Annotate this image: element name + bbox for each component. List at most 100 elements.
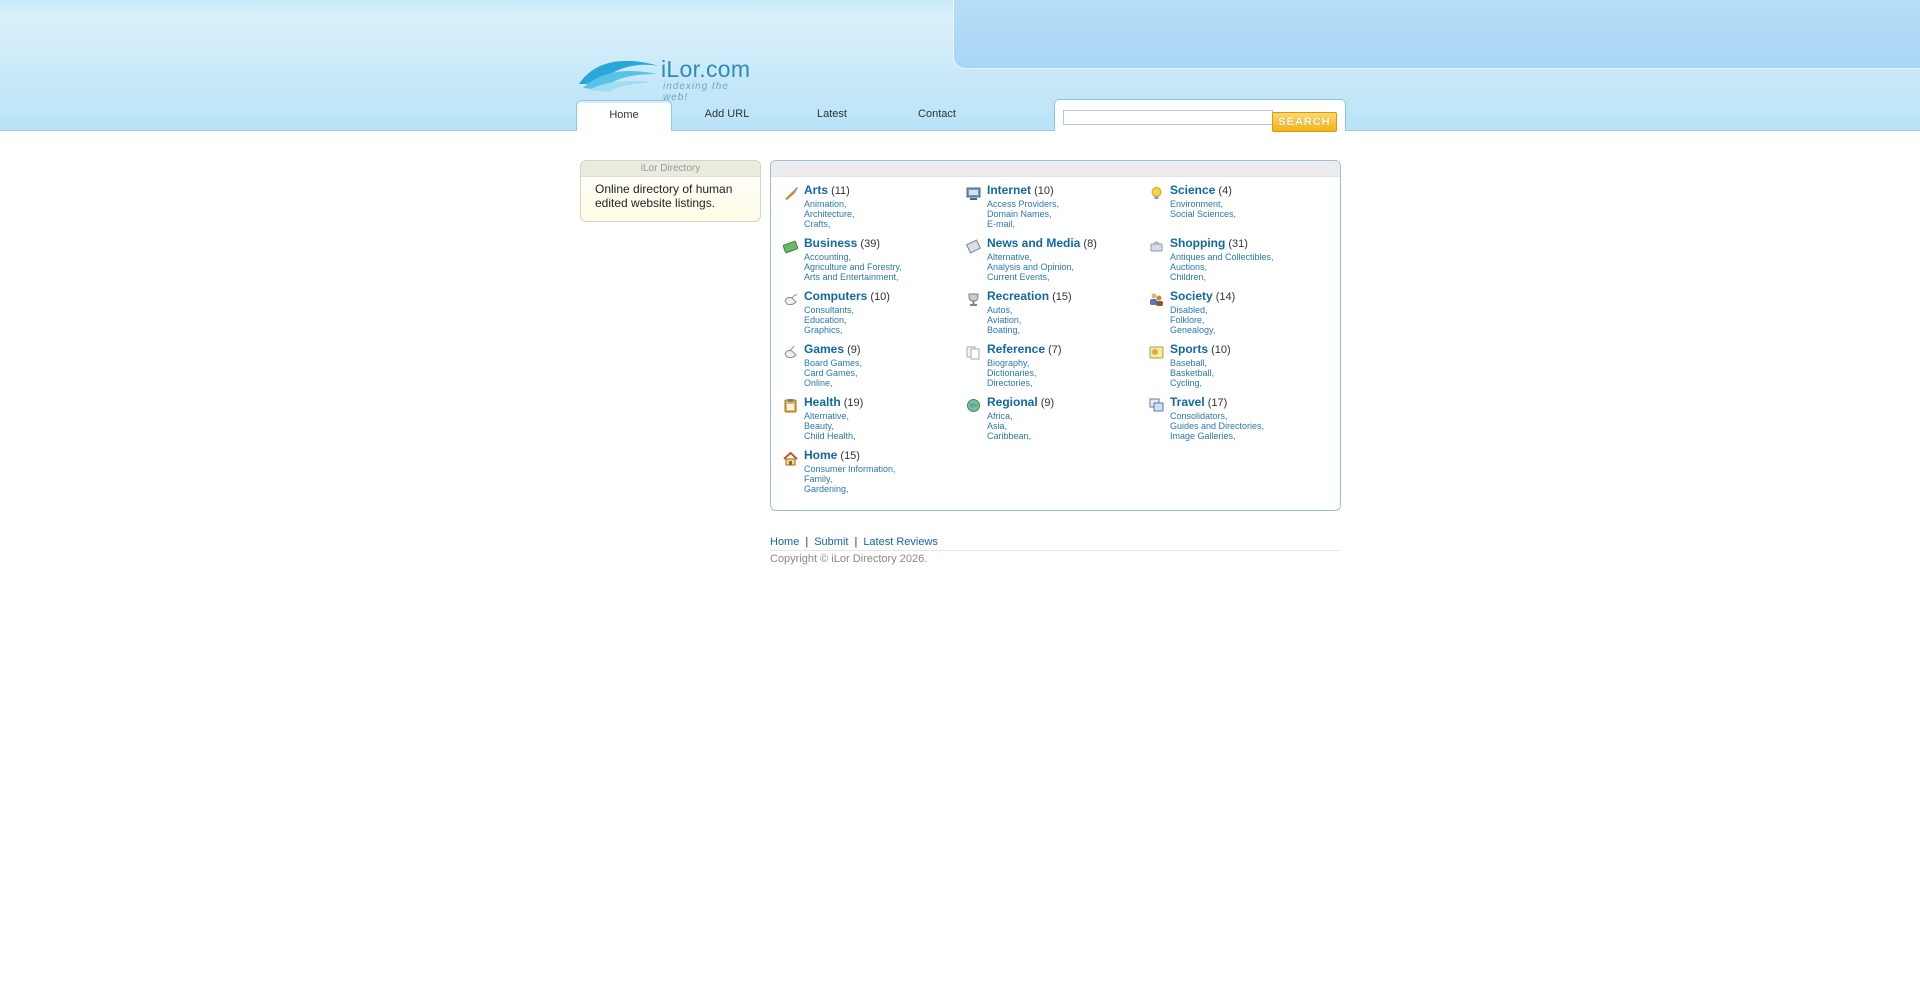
subcategory-link[interactable]: Beauty, [804, 421, 856, 431]
subcategory-link[interactable]: Auctions, [1170, 262, 1274, 272]
category-link-arts[interactable]: Arts [804, 183, 828, 197]
subcategory-link[interactable]: Agriculture and Forestry, [804, 262, 902, 272]
category-count: (14) [1212, 291, 1236, 303]
category-title: Home (15) [804, 448, 860, 462]
subcategory-link[interactable]: Alternative, [987, 252, 1074, 262]
category-link-news-and-media[interactable]: News and Media [987, 236, 1080, 250]
subcategory-link[interactable]: Asia, [987, 421, 1031, 431]
category-link-regional[interactable]: Regional [987, 395, 1038, 409]
category-title: Recreation (15) [987, 289, 1072, 303]
category-title: Health (19) [804, 395, 863, 409]
logo[interactable]: iLor.com indexing the web! [577, 50, 757, 103]
trophy-icon [968, 293, 979, 306]
category-link-internet[interactable]: Internet [987, 183, 1031, 197]
subcategory-link[interactable]: Family, [804, 474, 896, 484]
subcategory-link[interactable]: Architecture, [804, 209, 855, 219]
category-link-sports[interactable]: Sports [1170, 342, 1208, 356]
subcategory-link[interactable]: Alternative, [804, 411, 856, 421]
subcategory-link[interactable]: Autos, [987, 305, 1021, 315]
subcategory-link[interactable]: Cycling, [1170, 378, 1214, 388]
category-link-science[interactable]: Science [1170, 183, 1215, 197]
subcategory-list: Biography, Dictionaries, Directories, [987, 358, 1037, 388]
category-title: Computers (10) [804, 289, 890, 303]
subcategory-link[interactable]: Graphics, [804, 325, 854, 335]
subcategory-link[interactable]: Consumer Information, [804, 464, 896, 474]
subcategory-link[interactable]: Antiques and Collectibles, [1170, 252, 1274, 262]
header: iLor.com indexing the web! Home Add URL … [0, 0, 1920, 132]
subcategory-link[interactable]: Crafts, [804, 219, 855, 229]
category-link-computers[interactable]: Computers [804, 289, 867, 303]
subcategory-link[interactable]: Africa, [987, 411, 1031, 421]
subcategory-link[interactable]: Gardening, [804, 484, 896, 494]
nav-tab-home[interactable]: Home [576, 100, 672, 131]
subcategory-link[interactable]: Arts and Entertainment, [804, 272, 902, 282]
subcategory-link[interactable]: Biography, [987, 358, 1037, 368]
footer-link-home[interactable]: Home [770, 536, 799, 548]
subcategory-list: Consumer Information, Family, Gardening, [804, 464, 896, 494]
subcategory-link[interactable]: Analysis and Opinion, [987, 262, 1074, 272]
subcategory-link[interactable]: Online, [804, 378, 862, 388]
subcategory-list: Accounting, Agriculture and Forestry, Arts… [804, 252, 902, 282]
category-title: Arts (11) [804, 183, 850, 197]
subcategory-link[interactable]: Domain Names, [987, 209, 1059, 219]
category-link-society[interactable]: Society [1170, 289, 1213, 303]
subcategory-link[interactable]: Child Health, [804, 431, 856, 441]
computer-icon [966, 187, 981, 200]
category-link-health[interactable]: Health [804, 395, 841, 409]
subcategory-link[interactable]: Baseball, [1170, 358, 1214, 368]
subcategory-link[interactable]: Access Providers, [987, 199, 1059, 209]
subcategory-link[interactable]: Caribbean, [987, 431, 1031, 441]
subcategory-link[interactable]: Folklore, [1170, 315, 1215, 325]
subcategory-link[interactable]: Social Sciences, [1170, 209, 1236, 219]
nav-tab-latest[interactable]: Latest [785, 100, 879, 130]
category-link-home[interactable]: Home [804, 448, 837, 462]
subcategory-link[interactable]: Genealogy, [1170, 325, 1215, 335]
wave-logo-icon [579, 60, 659, 92]
category-count: (11) [828, 185, 850, 197]
subcategory-link[interactable]: Environment, [1170, 199, 1236, 209]
nav-tab-add-url[interactable]: Add URL [680, 100, 774, 130]
category-link-travel[interactable]: Travel [1170, 395, 1205, 409]
clipboard-icon [784, 399, 797, 413]
globe-icon [967, 399, 980, 412]
subcategory-link[interactable]: Animation, [804, 199, 855, 209]
category-link-business[interactable]: Business [804, 236, 857, 250]
footer-link-latest-reviews[interactable]: Latest Reviews [863, 536, 938, 548]
subcategory-list: Alternative, Analysis and Opinion, Current… [987, 252, 1074, 282]
subcategory-link[interactable]: Current Events, [987, 272, 1074, 282]
subcategory-link[interactable]: E-mail, [987, 219, 1059, 229]
subcategory-list: Consolidators, Guides and Directories, Ima… [1170, 411, 1264, 441]
subcategory-link[interactable]: Board Games, [804, 358, 862, 368]
category-title: Regional (9) [987, 395, 1054, 409]
category-link-reference[interactable]: Reference [987, 342, 1045, 356]
category-title: Science (4) [1170, 183, 1232, 197]
subcategory-link[interactable]: Consultants, [804, 305, 854, 315]
search-button[interactable]: SEARCH [1272, 112, 1337, 132]
category-count: (9) [1037, 397, 1055, 409]
subcategory-link[interactable]: Accounting, [804, 252, 902, 262]
footer-link-submit[interactable]: Submit [814, 536, 848, 548]
category-title: Shopping (31) [1170, 236, 1248, 250]
subcategory-link[interactable]: Directories, [987, 378, 1037, 388]
subcategory-link[interactable]: Aviation, [987, 315, 1021, 325]
search-input[interactable] [1063, 110, 1273, 125]
subcategory-link[interactable]: Dictionaries, [987, 368, 1037, 378]
subcategory-link[interactable]: Consolidators, [1170, 411, 1264, 421]
subcategory-link[interactable]: Guides and Directories, [1170, 421, 1264, 431]
subcategory-link[interactable]: Image Galleries, [1170, 431, 1264, 441]
brush-icon [785, 187, 798, 200]
category-title: Reference (7) [987, 342, 1062, 356]
category-link-recreation[interactable]: Recreation [987, 289, 1049, 303]
nav-tab-contact[interactable]: Contact [890, 100, 984, 130]
copyright: Copyright © iLor Directory 2026. [770, 553, 928, 565]
subcategory-link[interactable]: Education, [804, 315, 854, 325]
subcategory-link[interactable]: Disabled, [1170, 305, 1215, 315]
subcategory-link[interactable]: Card Games, [804, 368, 862, 378]
category-link-shopping[interactable]: Shopping [1170, 236, 1225, 250]
category-link-games[interactable]: Games [804, 342, 844, 356]
subcategory-link[interactable]: Children, [1170, 272, 1274, 282]
subcategory-link[interactable]: Basketball, [1170, 368, 1214, 378]
subcategory-list: Alternative, Beauty, Child Health, [804, 411, 856, 441]
footer-links: Home | Submit | Latest Reviews [770, 536, 938, 548]
subcategory-link[interactable]: Boating, [987, 325, 1021, 335]
